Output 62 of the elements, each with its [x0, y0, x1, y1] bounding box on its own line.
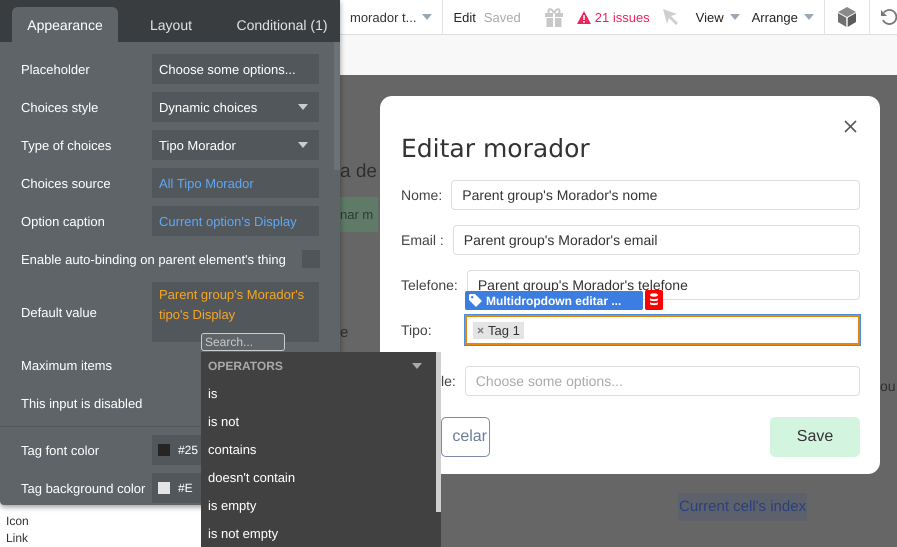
edit-menu[interactable]: Edit [447, 10, 482, 24]
saved-status: Saved [484, 10, 521, 24]
caret-icon [730, 14, 740, 20]
panel-tab[interactable]: Conditional (1) [224, 7, 340, 42]
property-label: Choices source [21, 176, 112, 190]
cancel-button[interactable]: celar [441, 417, 490, 457]
property-label: Maximum items [21, 358, 112, 372]
dropdown-field[interactable]: Dynamic choices [152, 92, 319, 122]
undo-icon[interactable] [880, 8, 897, 26]
issues-button[interactable]: 21 issues [570, 10, 656, 24]
database-icon [645, 290, 663, 310]
tag-chip[interactable]: Tag 1 [473, 322, 524, 338]
property-label: Type of choices [21, 138, 112, 152]
menu-item[interactable]: is [201, 380, 436, 408]
property-label: Option caption [21, 214, 106, 228]
caret-icon [422, 14, 432, 20]
tag-input-field[interactable]: Tag 1 [465, 315, 860, 345]
field-label: Email : [401, 232, 444, 248]
caret-icon [298, 104, 308, 110]
dropdown-field[interactable]: Tipo Morador [152, 130, 319, 160]
caret-icon [298, 142, 308, 148]
property-label: Tag font color [21, 442, 100, 458]
field-label: Telefone: [401, 277, 458, 293]
arrange-menu[interactable]: Arrange [746, 10, 820, 24]
element-name-tooltip: Multidropdown editar ... [465, 291, 643, 310]
dialog-title: Editar morador [401, 134, 591, 164]
property-label: Default value [21, 304, 98, 320]
canvas-text: ou [880, 378, 896, 394]
input-field[interactable]: Choose some options... [464, 366, 860, 396]
close-icon[interactable] [844, 120, 857, 133]
field-label: le: [441, 373, 456, 389]
text-field[interactable]: Choose some options... [152, 54, 319, 84]
menu-item[interactable]: is not [201, 408, 436, 436]
menu-item[interactable]: is empty [201, 492, 436, 520]
property-label: Enable auto-binding on parent element's thing [21, 252, 287, 266]
caret-icon[interactable] [412, 363, 422, 369]
scrollbar[interactable] [334, 42, 340, 170]
warning-icon [576, 10, 591, 24]
save-button[interactable]: Save [770, 417, 860, 457]
panel-tab[interactable]: Appearance [12, 7, 118, 42]
view-menu[interactable]: View [690, 10, 746, 24]
menu-item[interactable]: doesn't contain [201, 464, 436, 492]
property-label: This input is disabled [21, 396, 142, 410]
property-label: Placeholder [21, 62, 91, 76]
input-field[interactable]: Parent group's Morador's email [452, 225, 860, 255]
page-dropdown[interactable]: morador t... [344, 10, 438, 24]
property-label: Tag background color [21, 480, 146, 496]
menu-item[interactable]: contains [201, 436, 436, 464]
property-label: Choices style [21, 100, 100, 114]
scrollbar[interactable] [436, 352, 441, 512]
remove-icon[interactable] [477, 326, 484, 334]
input-field[interactable]: Parent group's Morador's nome [451, 180, 860, 210]
panel-tab[interactable]: Layout [118, 7, 224, 42]
cube-icon[interactable] [836, 6, 857, 28]
caret-icon [804, 14, 814, 20]
menu-header: OPERATORS [208, 359, 283, 373]
menu-item[interactable]: is not empty [201, 520, 436, 547]
search-field[interactable]: Search... [201, 333, 285, 351]
field-label: Tipo: [401, 322, 433, 338]
tag-icon [469, 294, 482, 307]
heading-text: a de [340, 161, 377, 183]
field-label: Nome: [401, 187, 442, 203]
